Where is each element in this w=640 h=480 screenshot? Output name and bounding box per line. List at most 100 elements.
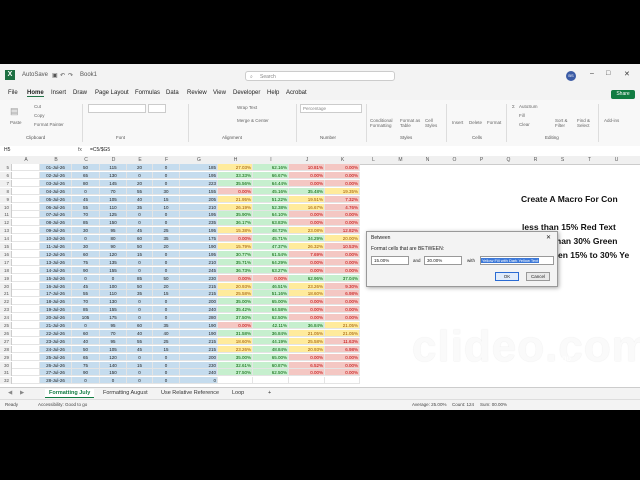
cut-button[interactable]: Cut: [34, 104, 41, 109]
row-number[interactable]: 17: [0, 258, 12, 266]
row-number[interactable]: 15: [0, 243, 12, 250]
cell[interactable]: 50: [72, 164, 100, 171]
copy-button[interactable]: Copy: [34, 113, 45, 118]
cell[interactable]: 130: [100, 298, 127, 306]
cell[interactable]: [12, 243, 40, 250]
conditional-formatting-button[interactable]: Conditional Formatting: [370, 118, 396, 128]
cell[interactable]: 20-Jul-26: [40, 314, 72, 322]
cell[interactable]: [12, 203, 40, 211]
cell[interactable]: 0: [100, 377, 127, 385]
cell[interactable]: 25: [153, 337, 180, 345]
cell[interactable]: [12, 353, 40, 361]
row-number[interactable]: 14: [0, 235, 12, 243]
cell[interactable]: 0.00%: [289, 353, 325, 361]
cell[interactable]: 0: [153, 164, 180, 171]
cell[interactable]: 0: [153, 353, 180, 361]
cell[interactable]: 23.26%: [289, 282, 325, 290]
cell[interactable]: 24-Jul-26: [40, 345, 72, 353]
avatar[interactable]: BS: [566, 71, 576, 81]
cell[interactable]: 55: [72, 203, 100, 211]
cell[interactable]: 65.00%: [253, 353, 289, 361]
wrap-text-button[interactable]: Wrap Text: [237, 105, 257, 110]
cell[interactable]: 63.83%: [253, 219, 289, 227]
row-number[interactable]: 22: [0, 298, 12, 306]
cell[interactable]: 10.53%: [325, 243, 360, 250]
undo-icon[interactable]: ↶: [60, 72, 65, 79]
cell[interactable]: 0: [127, 258, 153, 266]
column-header[interactable]: Q: [495, 156, 522, 164]
row-number[interactable]: 21: [0, 290, 12, 298]
tab-file[interactable]: File: [8, 90, 18, 96]
cell[interactable]: 0: [127, 314, 153, 322]
column-header[interactable]: D: [100, 156, 127, 164]
cell[interactable]: 37.50%: [218, 369, 253, 377]
cell[interactable]: 0: [72, 377, 100, 385]
cell[interactable]: 27.03%: [218, 164, 253, 171]
merge-center-button[interactable]: Merge & Center: [237, 118, 269, 123]
cell[interactable]: 10: [153, 203, 180, 211]
cell[interactable]: 11.63%: [325, 337, 360, 345]
cell[interactable]: 0: [153, 361, 180, 369]
cell[interactable]: 62.16%: [253, 164, 289, 171]
cell[interactable]: 230: [180, 361, 218, 369]
cell[interactable]: 230: [180, 274, 218, 282]
cell[interactable]: 35.00%: [218, 353, 253, 361]
cancel-button[interactable]: Cancel: [526, 272, 550, 281]
cell[interactable]: 37.50%: [218, 314, 253, 322]
tab-formulas[interactable]: Formulas: [135, 90, 160, 96]
cell[interactable]: 51.22%: [253, 195, 289, 203]
autosave-toggle[interactable]: AutoSave: [22, 72, 48, 78]
cell[interactable]: 0: [153, 219, 180, 227]
dialog-close-icon[interactable]: ✕: [546, 234, 551, 241]
column-header[interactable]: U: [603, 156, 630, 164]
cell[interactable]: [12, 314, 40, 322]
cell[interactable]: 65.00%: [253, 298, 289, 306]
row-number[interactable]: 18: [0, 266, 12, 274]
cell[interactable]: 48.84%: [253, 345, 289, 353]
cell[interactable]: 135: [100, 258, 127, 266]
cell[interactable]: 26-Jul-26: [40, 361, 72, 369]
column-header[interactable]: G: [180, 156, 218, 164]
close-icon[interactable]: ✕: [624, 70, 630, 78]
cell[interactable]: 75: [72, 258, 100, 266]
cell[interactable]: 210: [180, 258, 218, 266]
cell[interactable]: 0.00%: [218, 274, 253, 282]
cell[interactable]: 25: [153, 227, 180, 235]
cell[interactable]: 65: [72, 353, 100, 361]
cell[interactable]: 23.08%: [289, 227, 325, 235]
cell[interactable]: 64.10%: [253, 211, 289, 219]
scroll-tabs-right-icon[interactable]: ▶: [16, 389, 28, 397]
cell[interactable]: 21.05%: [289, 329, 325, 337]
cell[interactable]: 0: [100, 274, 127, 282]
cell[interactable]: 185: [180, 164, 218, 171]
cell[interactable]: [12, 211, 40, 219]
cell[interactable]: 215: [180, 282, 218, 290]
cell[interactable]: 15-Jul-26: [40, 274, 72, 282]
cell[interactable]: 140: [100, 361, 127, 369]
cell[interactable]: [12, 345, 40, 353]
number-format-dropdown[interactable]: Percentage: [300, 104, 362, 113]
cell[interactable]: 20: [153, 243, 180, 250]
cell[interactable]: [12, 179, 40, 187]
row-number[interactable]: 9: [0, 195, 12, 203]
cell[interactable]: 06-Jul-26: [40, 203, 72, 211]
column-header[interactable]: R: [522, 156, 549, 164]
cell[interactable]: 19.51%: [289, 195, 325, 203]
cell[interactable]: 03-Jul-26: [40, 179, 72, 187]
name-box[interactable]: H5: [4, 147, 10, 153]
save-icon[interactable]: ▣: [52, 72, 58, 79]
column-header[interactable]: S: [549, 156, 576, 164]
cell[interactable]: 30: [153, 187, 180, 195]
cell[interactable]: 0: [127, 211, 153, 219]
cell[interactable]: 50: [127, 243, 153, 250]
cell[interactable]: 0.00%: [289, 219, 325, 227]
cell[interactable]: 42.11%: [253, 322, 289, 329]
tab-acrobat[interactable]: Acrobat: [286, 90, 307, 96]
row-number[interactable]: 12: [0, 219, 12, 227]
cell[interactable]: 18.60%: [218, 337, 253, 345]
cell[interactable]: 0.00%: [325, 164, 360, 171]
cell[interactable]: 35: [127, 290, 153, 298]
cell[interactable]: 36.84%: [289, 322, 325, 329]
tab-view[interactable]: View: [213, 90, 226, 96]
cell[interactable]: 15.79%: [218, 243, 253, 250]
